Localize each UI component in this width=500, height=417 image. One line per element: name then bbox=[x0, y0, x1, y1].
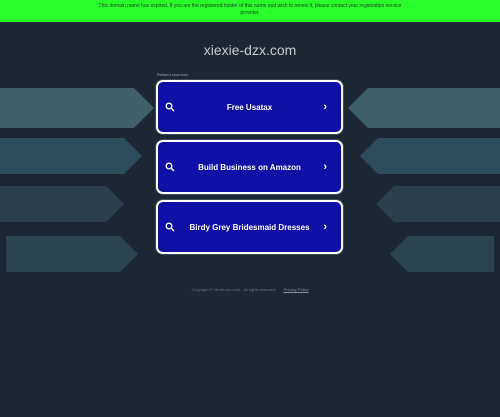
chevron-right-icon: › bbox=[323, 161, 327, 173]
related-search-label: Free Usatax bbox=[226, 102, 273, 112]
copyright-text: Copyright © xiexie-dzx.com . All rights … bbox=[191, 287, 277, 292]
chevron-right-icon: › bbox=[323, 221, 327, 233]
banner-text-line2: provider. bbox=[240, 10, 260, 16]
decorative-arrow-left-1 bbox=[0, 88, 154, 128]
decorative-arrow-left-3 bbox=[0, 186, 124, 222]
related-searches-label: Related searches bbox=[157, 72, 189, 77]
decorative-arrow-right-4 bbox=[390, 236, 494, 272]
footer: Copyright © xiexie-dzx.com . All rights … bbox=[0, 287, 500, 292]
decorative-arrow-right-1 bbox=[348, 88, 500, 128]
related-search-label: Build Business on Amazon bbox=[198, 162, 301, 172]
related-search-label: Birdy Grey Bridesmaid Dresses bbox=[189, 222, 310, 232]
domain-title: xiexie-dzx.com bbox=[203, 42, 297, 58]
expired-domain-banner: This domain name has expired. If you are… bbox=[0, 0, 500, 22]
decorative-arrow-right-3 bbox=[376, 186, 500, 222]
banner-text-line1: This domain name has expired. If you are… bbox=[98, 3, 402, 9]
related-search-link-2[interactable]: Build Business on Amazon › bbox=[156, 140, 343, 194]
search-icon bbox=[165, 222, 175, 232]
related-search-link-1[interactable]: Free Usatax › bbox=[156, 80, 343, 134]
decorative-arrow-left-2 bbox=[0, 138, 142, 174]
search-icon bbox=[165, 162, 175, 172]
decorative-arrow-right-2 bbox=[360, 138, 500, 174]
decorative-arrow-left-4 bbox=[6, 236, 138, 272]
search-icon bbox=[165, 102, 175, 112]
privacy-policy-link[interactable]: Privacy Policy bbox=[284, 287, 309, 292]
chevron-right-icon: › bbox=[323, 101, 327, 113]
related-search-link-3[interactable]: Birdy Grey Bridesmaid Dresses › bbox=[156, 200, 343, 254]
